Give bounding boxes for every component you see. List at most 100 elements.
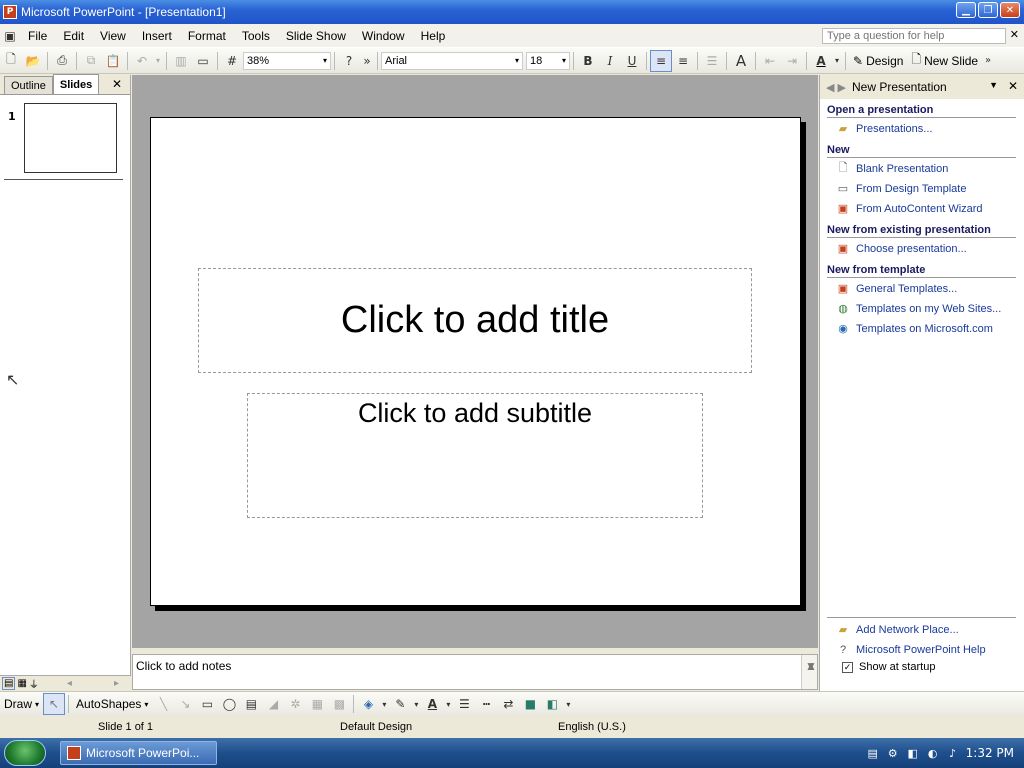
underline-button[interactable]: U — [621, 50, 643, 72]
title-placeholder[interactable]: Click to add title — [198, 268, 752, 373]
notes-pane[interactable]: Click to add notes ▲ ▼ — [132, 654, 818, 690]
back-forward-icon[interactable]: ◀ ▶ — [826, 81, 846, 94]
menu-file[interactable]: File — [20, 29, 55, 43]
copy-icon[interactable]: ⧉ — [80, 50, 102, 72]
start-button[interactable] — [4, 740, 46, 766]
menu-slide-show[interactable]: Slide Show — [278, 29, 354, 43]
font-color-dropdown-icon[interactable]: ▾ — [832, 50, 842, 72]
link-powerpoint-help[interactable]: ? Microsoft PowerPoint Help — [836, 643, 986, 656]
show-at-startup-checkbox[interactable]: ✓ — [842, 661, 853, 673]
menu-window[interactable]: Window — [354, 29, 413, 43]
help-search-input[interactable] — [822, 28, 1006, 44]
close-document-icon[interactable]: ✕ — [1010, 28, 1019, 41]
font-color-dropdown-icon[interactable]: ▾ — [443, 693, 453, 715]
toolbar-options-icon[interactable]: » — [360, 50, 374, 72]
normal-view-icon[interactable]: ▤ — [2, 677, 16, 690]
link-autocontent-wizard[interactable]: ▣ From AutoContent Wizard — [836, 202, 983, 216]
draw-menu-button[interactable]: Draw ▾ — [0, 697, 43, 711]
clock[interactable]: 1:32 PM — [966, 746, 1014, 760]
line-icon[interactable]: ╲ — [152, 693, 174, 715]
link-add-network-place[interactable]: ▰ Add Network Place... — [836, 623, 959, 637]
arrow-style-icon[interactable]: ⇄ — [497, 693, 519, 715]
oval-icon[interactable]: ◯ — [218, 693, 240, 715]
increase-font-size-icon[interactable]: A — [730, 50, 752, 72]
scroll-down-icon[interactable]: ▼ — [805, 659, 817, 673]
close-button[interactable]: ✕ — [1000, 2, 1020, 18]
help-icon[interactable]: ? — [338, 50, 360, 72]
fill-color-icon[interactable]: ◈ — [357, 693, 379, 715]
align-left-icon[interactable]: ≡ — [650, 49, 672, 72]
open-folder-icon[interactable]: 📂 — [22, 50, 44, 72]
menu-insert[interactable]: Insert — [134, 29, 180, 43]
design-button[interactable]: ✎ Design — [849, 54, 907, 68]
italic-button[interactable]: I — [599, 50, 621, 72]
text-box-icon[interactable]: ▤ — [240, 693, 262, 715]
grid-icon[interactable]: # — [221, 50, 243, 72]
line-style-icon[interactable]: ☰ — [453, 693, 475, 715]
maximize-button[interactable]: ❐ — [978, 2, 998, 18]
menu-format[interactable]: Format — [180, 29, 234, 43]
tab-slides[interactable]: Slides — [52, 74, 100, 94]
slide-show-icon[interactable]: ⏚ — [29, 676, 39, 691]
scroll-right-icon[interactable]: ▸ — [114, 678, 119, 689]
minimize-button[interactable]: ▁ — [956, 2, 976, 18]
document-menu-icon[interactable]: ▣ — [0, 25, 20, 47]
select-objects-icon[interactable]: ↖ — [43, 693, 66, 715]
arrow-icon[interactable]: ↘ — [174, 693, 196, 715]
powerpoint-app-icon[interactable]: P — [3, 5, 17, 19]
bold-button[interactable]: B — [577, 50, 599, 72]
menu-help[interactable]: Help — [413, 29, 454, 43]
clip-art-icon[interactable]: ▦ — [306, 693, 328, 715]
volume-icon[interactable]: ◧ — [906, 746, 920, 760]
subtitle-placeholder[interactable]: Click to add subtitle — [247, 393, 703, 518]
task-pane-dropdown-icon[interactable]: ▼ — [989, 80, 998, 90]
network-icon[interactable]: ⚙ — [886, 746, 900, 760]
link-general-templates[interactable]: ▣ General Templates... — [836, 282, 958, 296]
print-icon[interactable]: ⎙ — [51, 50, 73, 72]
line-color-icon[interactable]: ✎ — [389, 693, 411, 715]
fill-color-dropdown-icon[interactable]: ▾ — [379, 693, 389, 715]
toolbar-options-icon[interactable]: » — [982, 50, 994, 72]
decrease-indent-icon[interactable]: ⇤ — [759, 50, 781, 72]
undo-dropdown-icon[interactable]: ▾ — [153, 50, 163, 72]
speaker-icon[interactable]: ♪ — [946, 746, 960, 760]
link-web-templates[interactable]: ◍ Templates on my Web Sites... — [836, 302, 1001, 316]
insert-chart-icon[interactable]: ▥ — [170, 50, 192, 72]
menu-view[interactable]: View — [92, 29, 134, 43]
bullets-icon[interactable]: ☰ — [701, 50, 723, 72]
keyboard-icon[interactable]: ▤ — [866, 746, 880, 760]
font-name-combo[interactable]: Arial ▾ — [381, 51, 523, 70]
toolbar-options-icon[interactable]: ▾ — [563, 693, 573, 715]
notes-scrollbar[interactable]: ▲ ▼ — [801, 655, 817, 689]
dash-style-icon[interactable]: ┅ — [475, 693, 497, 715]
taskbar-powerpoint-item[interactable]: Microsoft PowerPoi... — [60, 741, 217, 765]
zoom-combo[interactable]: 38% ▾ — [243, 51, 331, 70]
show-at-startup[interactable]: ✓ Show at startup — [842, 661, 935, 673]
diagram-icon[interactable]: ✲ — [284, 693, 306, 715]
menu-tools[interactable]: Tools — [234, 29, 278, 43]
link-presentations[interactable]: ▰ Presentations... — [836, 122, 933, 136]
scroll-left-icon[interactable]: ◂ — [67, 678, 72, 689]
wordart-icon[interactable]: ◢ — [262, 693, 284, 715]
autoshapes-menu-button[interactable]: AutoShapes ▾ — [72, 697, 152, 711]
shadow-icon[interactable]: ■ — [519, 693, 541, 715]
link-microsoft-templates[interactable]: ◉ Templates on Microsoft.com — [836, 322, 993, 336]
link-blank-presentation[interactable]: 🗋 Blank Presentation — [836, 162, 949, 175]
picture-icon[interactable]: ▩ — [328, 693, 350, 715]
menu-edit[interactable]: Edit — [55, 29, 92, 43]
link-choose-presentation[interactable]: ▣ Choose presentation... — [836, 242, 967, 256]
font-color-icon[interactable]: A — [421, 693, 443, 715]
tab-outline[interactable]: Outline — [4, 76, 53, 94]
close-pane-icon[interactable]: ✕ — [112, 77, 122, 91]
font-color-icon[interactable]: A — [810, 50, 832, 72]
align-center-icon[interactable]: ≡ — [672, 50, 694, 72]
new-slide-button[interactable]: 🗋 New Slide — [907, 50, 982, 71]
3d-icon[interactable]: ◧ — [541, 693, 563, 715]
power-icon[interactable]: ◐ — [926, 746, 940, 760]
undo-icon[interactable]: ↶ — [131, 50, 153, 72]
slide-thumbnail[interactable] — [24, 103, 117, 173]
line-color-dropdown-icon[interactable]: ▾ — [411, 693, 421, 715]
close-task-pane-icon[interactable]: ✕ — [1008, 79, 1018, 93]
increase-indent-icon[interactable]: ⇥ — [781, 50, 803, 72]
slide-sorter-icon[interactable]: ▦ — [17, 678, 26, 689]
